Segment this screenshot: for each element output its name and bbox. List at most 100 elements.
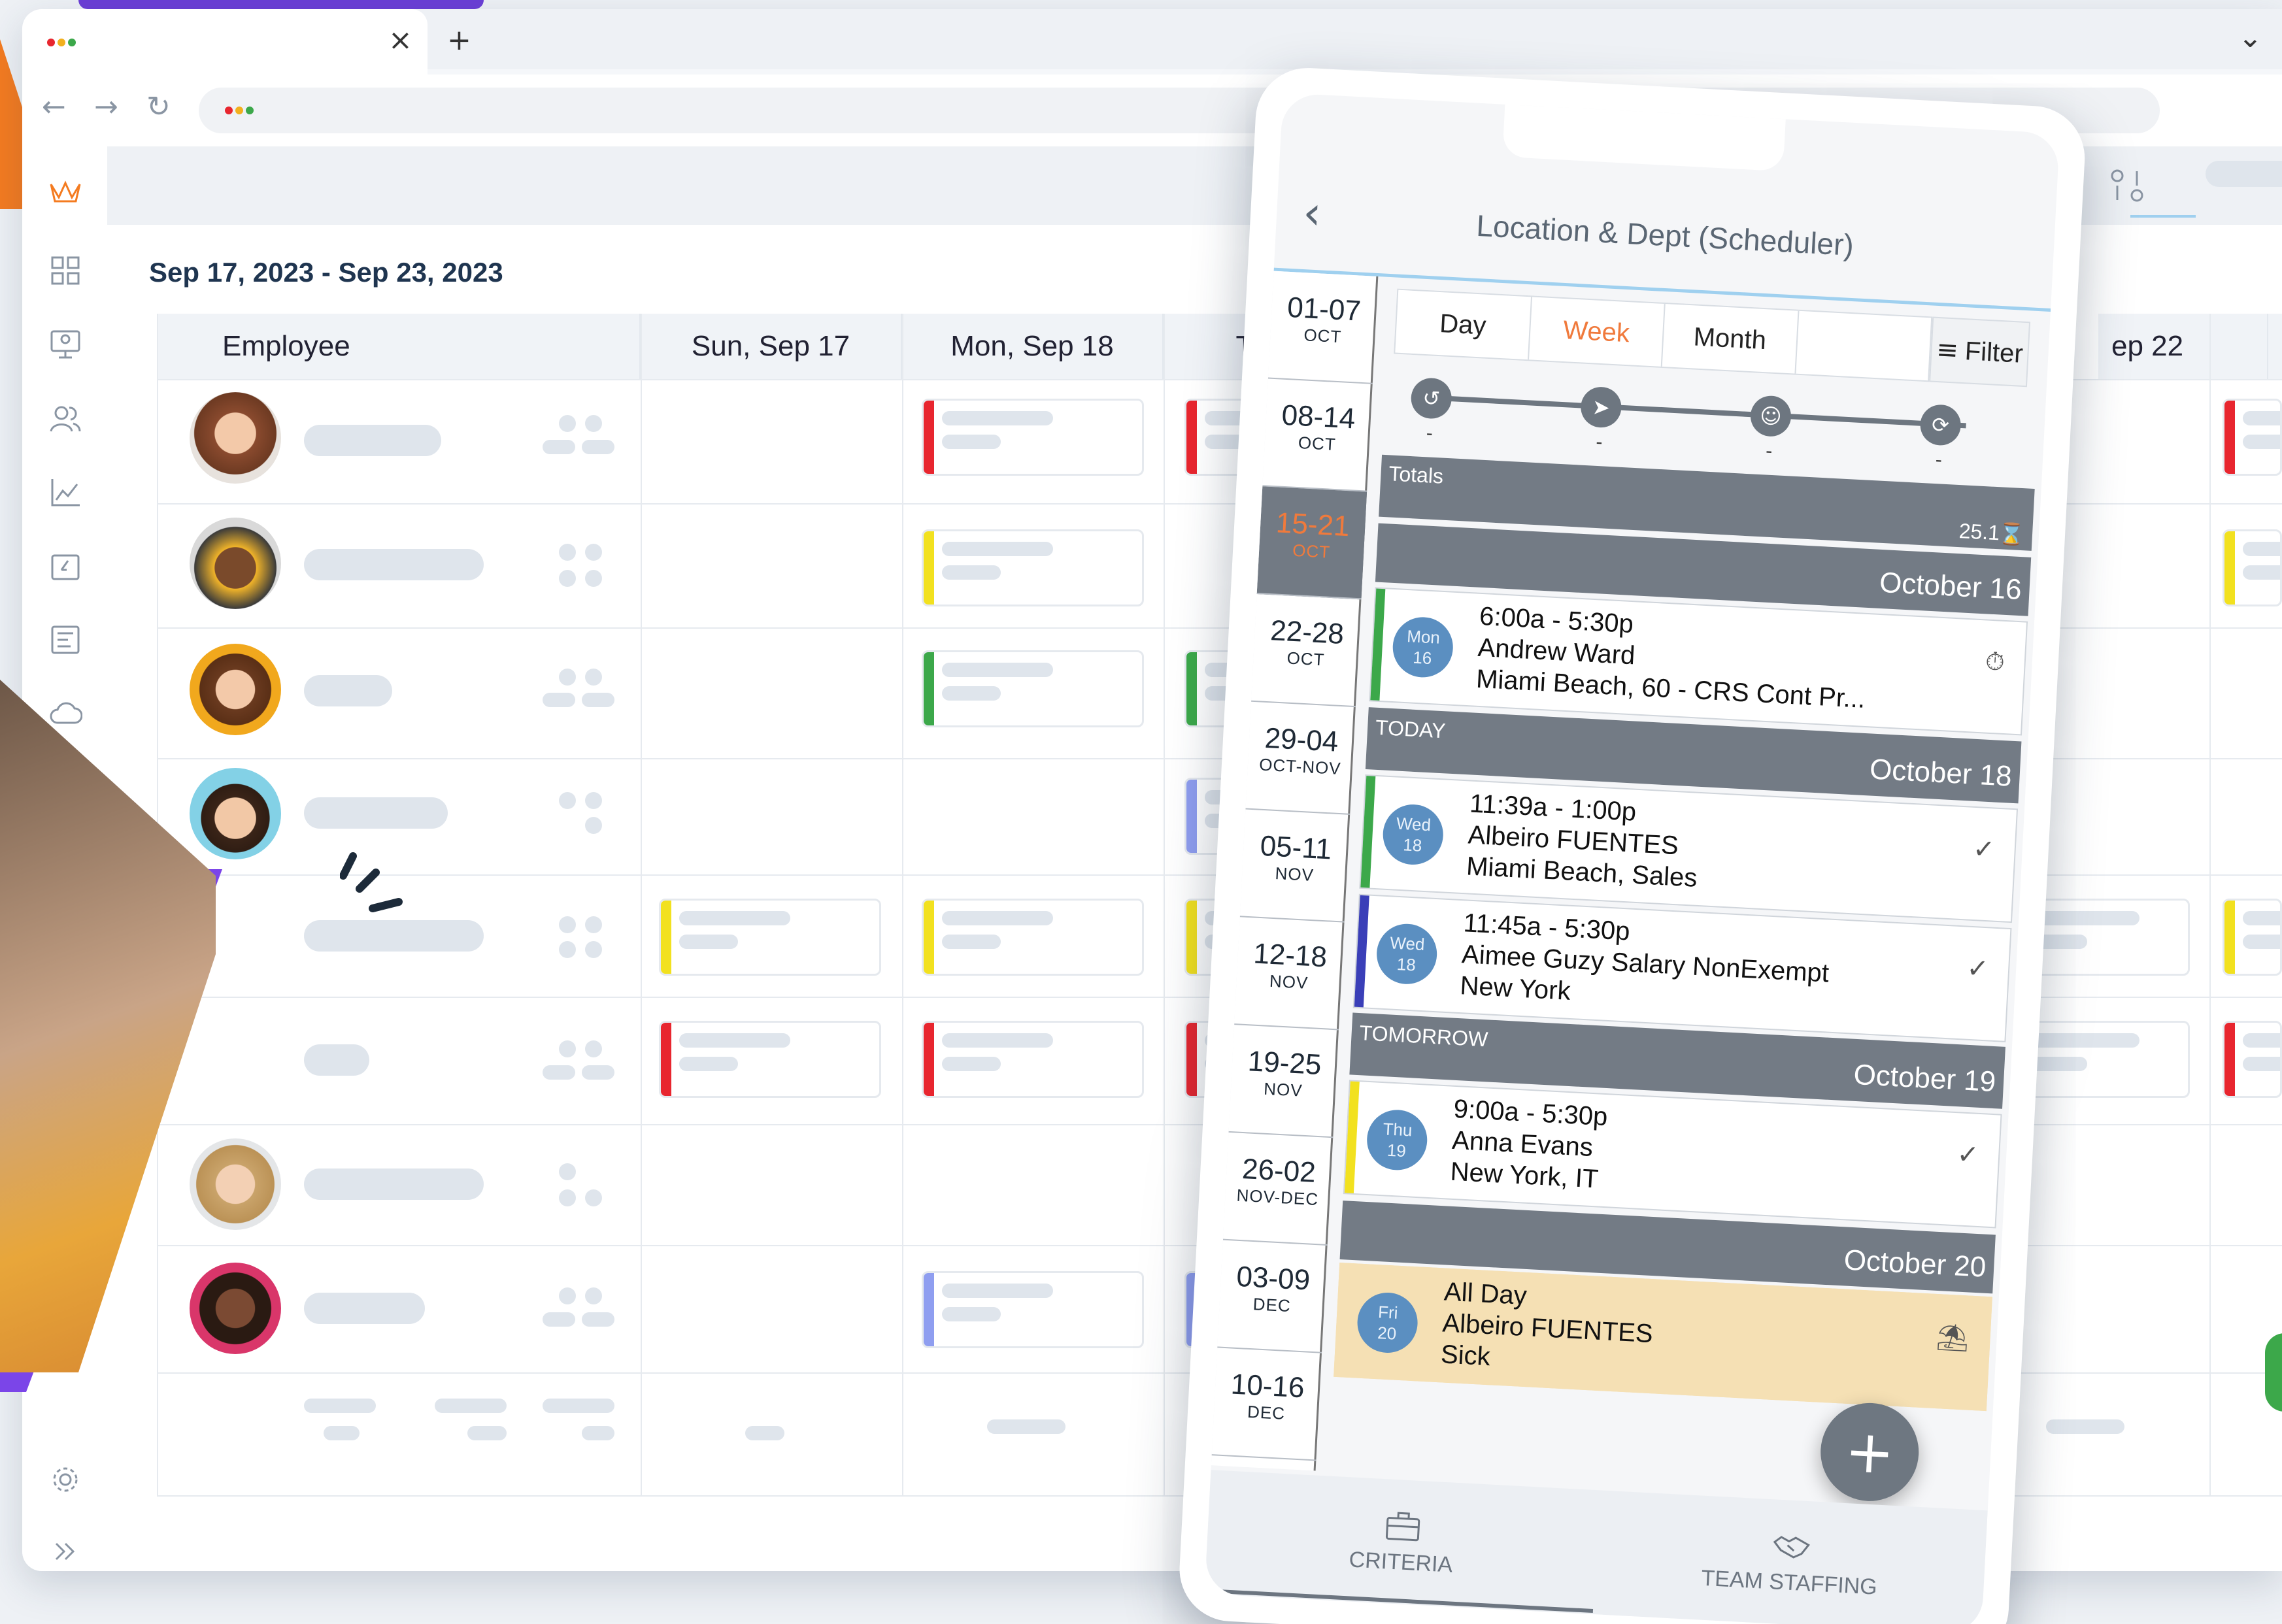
tab-list-dropdown-icon[interactable]: ⌄ (2238, 21, 2262, 54)
day-band-date: October 16 (1878, 566, 2022, 606)
grid-line (641, 314, 642, 1497)
expand-chevron-icon[interactable] (46, 1532, 85, 1571)
report-list-icon[interactable] (46, 620, 85, 659)
column-header-sun[interactable]: Sun, Sep 17 (641, 314, 902, 379)
week-item[interactable]: 01-07 OCT (1267, 271, 1379, 384)
shift-block[interactable] (922, 1021, 1144, 1098)
shift-block[interactable] (2223, 1021, 2282, 1098)
close-tab-icon[interactable]: × (388, 24, 412, 57)
status-dot (559, 1040, 576, 1057)
add-shift-fab[interactable]: + (1818, 1400, 1922, 1504)
day-badge: Fri 20 (1356, 1291, 1419, 1355)
grid-line (1164, 314, 1165, 1497)
day-badge: Wed 18 (1375, 922, 1439, 986)
checkmark-icon: ✓ (1972, 833, 1996, 865)
step[interactable]: ➤ - (1579, 386, 1622, 455)
view-tab-blank (1796, 311, 1931, 380)
time-entry-icon[interactable] (46, 546, 85, 586)
briefcase-icon (1385, 1512, 1420, 1541)
step[interactable]: ↺ - (1409, 376, 1453, 446)
shift-block[interactable] (2223, 529, 2282, 606)
shift-block[interactable] (922, 899, 1144, 976)
back-arrow-icon[interactable]: ← (42, 90, 66, 124)
employee-avatar[interactable] (190, 644, 281, 735)
shift-block[interactable] (659, 899, 881, 976)
status-dot (559, 1163, 576, 1180)
week-item[interactable]: 19-25 NOV (1228, 1025, 1339, 1138)
time-off-reason: Sick (1440, 1340, 1491, 1372)
employee-avatar[interactable] (190, 1263, 281, 1354)
status-dot (585, 544, 602, 561)
handshake-icon (1773, 1535, 1810, 1559)
status-pill (543, 693, 575, 707)
shift-swap-icon[interactable] (2107, 166, 2147, 208)
week-item[interactable]: 22-28 OCT (1251, 593, 1362, 708)
employee-avatar[interactable] (190, 768, 281, 859)
status-dot (585, 792, 602, 809)
total-placeholder (467, 1426, 507, 1440)
monitor-user-icon[interactable] (46, 325, 85, 364)
week-item[interactable]: 10-16 DEC (1211, 1348, 1322, 1461)
new-tab-icon[interactable]: + (447, 24, 471, 57)
week-item[interactable]: 29-04 OCT-NOV (1245, 701, 1356, 815)
dashboard-grid-icon[interactable] (46, 251, 85, 290)
shift-block[interactable] (922, 399, 1144, 476)
reload-icon[interactable]: ↻ (146, 90, 171, 124)
column-header-fri[interactable]: ep 22 (2098, 314, 2268, 379)
employee-avatar[interactable] (190, 392, 281, 484)
view-tab-week[interactable]: Week (1528, 297, 1666, 367)
status-dot (559, 544, 576, 561)
employee-avatar[interactable] (190, 1138, 281, 1230)
step[interactable]: ☺ - (1748, 395, 1792, 463)
column-header-sat[interactable]: S (2268, 314, 2282, 379)
steps-connector-line (1417, 394, 1966, 429)
browser-tab[interactable]: × (22, 9, 428, 75)
shift-block[interactable] (922, 1271, 1144, 1348)
status-dot (559, 1287, 576, 1304)
shift-block[interactable] (922, 650, 1144, 727)
shift-block[interactable] (2020, 899, 2190, 976)
total-placeholder (987, 1419, 1065, 1434)
line-chart-icon[interactable] (46, 472, 85, 512)
grid-line (2209, 314, 2211, 1497)
shift-block[interactable] (922, 529, 1144, 606)
step[interactable]: ⟳ - (1918, 403, 1962, 472)
timer-icon: ⏱ (1985, 646, 2005, 676)
view-tab-day[interactable]: Day (1395, 290, 1532, 360)
beach-chair-icon: ⛱ (1935, 1321, 1970, 1354)
status-pill (582, 1065, 614, 1080)
day-badge: Thu 19 (1365, 1108, 1429, 1172)
total-placeholder (324, 1426, 360, 1440)
tab-team-staffing[interactable]: TEAM STAFFING (1593, 1490, 1988, 1624)
shift-block[interactable] (2223, 399, 2282, 476)
filter-button[interactable]: ≡ Filter (1929, 316, 2031, 388)
view-tab-month[interactable]: Month (1662, 304, 1799, 374)
employee-avatar[interactable] (190, 518, 281, 609)
header-placeholder-pill (2206, 161, 2282, 187)
status-pill (582, 1312, 614, 1327)
tab-criteria-label: CRITERIA (1348, 1546, 1454, 1578)
day-badge: Mon 16 (1391, 616, 1455, 679)
day-band-date: October 19 (1853, 1058, 1997, 1099)
status-pill (582, 440, 614, 454)
forward-arrow-icon[interactable]: → (94, 90, 118, 124)
shift-block[interactable] (659, 1021, 881, 1098)
day-band-date: October 18 (1868, 753, 2013, 793)
shift-block[interactable] (2020, 1021, 2190, 1098)
week-item[interactable]: 12-18 NOV (1234, 917, 1345, 1031)
column-header-mon[interactable]: Mon, Sep 18 (902, 314, 1164, 379)
day-badge: Wed 18 (1381, 803, 1445, 867)
week-item[interactable]: 08-14 OCT (1262, 378, 1373, 492)
week-item[interactable]: 05-11 NOV (1239, 809, 1351, 923)
header-active-underline (2130, 215, 2196, 218)
status-pill (543, 1065, 575, 1080)
column-header-employee[interactable]: Employee (157, 314, 641, 379)
shift-block[interactable] (2223, 899, 2282, 976)
settings-gear-icon[interactable] (46, 1460, 85, 1499)
week-item-selected[interactable]: 15-21 OCT (1256, 486, 1368, 600)
week-item[interactable]: 03-09 DEC (1217, 1240, 1328, 1353)
chat-bubble-edge[interactable] (2265, 1333, 2282, 1412)
week-item[interactable]: 26-02 NOV-DEC (1222, 1132, 1334, 1246)
users-icon[interactable] (46, 399, 85, 438)
crown-logo-icon[interactable] (46, 173, 85, 212)
